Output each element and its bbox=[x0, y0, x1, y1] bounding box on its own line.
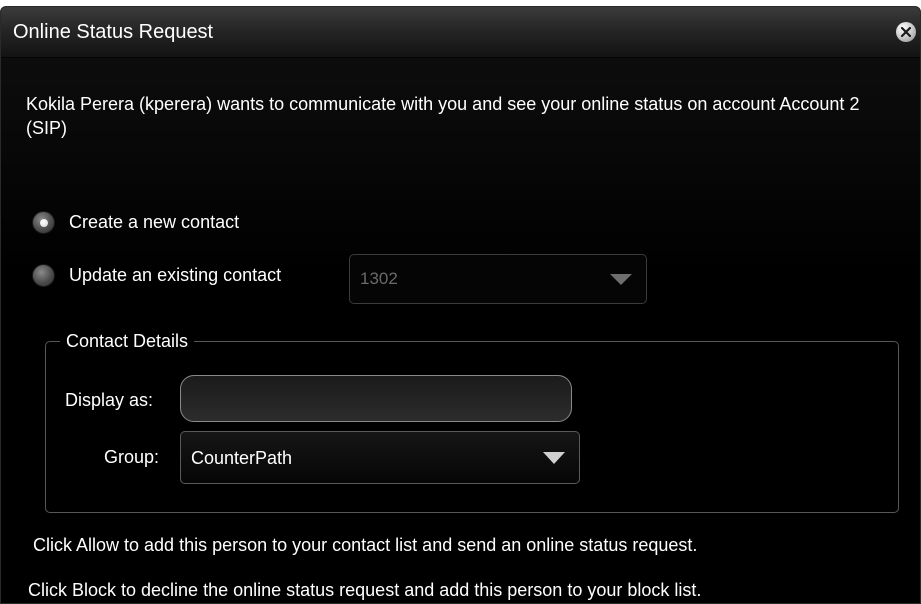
update-existing-contact-label: Update an existing contact bbox=[69, 265, 282, 285]
contact-details-group bbox=[45, 341, 899, 513]
group-label: Group: bbox=[104, 447, 160, 467]
create-new-contact-option[interactable]: Create a new contact bbox=[32, 211, 239, 234]
group-select[interactable]: CounterPath bbox=[180, 431, 580, 484]
create-new-contact-radio[interactable] bbox=[32, 211, 55, 234]
group-select-value: CounterPath bbox=[191, 448, 293, 468]
existing-contact-value: 1302 bbox=[360, 269, 398, 288]
close-button[interactable] bbox=[896, 22, 916, 42]
block-help-text: Click Block to decline the online status… bbox=[28, 580, 702, 600]
title-bar[interactable]: Online Status Request bbox=[1, 7, 920, 58]
update-existing-contact-option[interactable]: Update an existing contact bbox=[32, 264, 281, 287]
allow-help-text: Click Allow to add this person to your c… bbox=[33, 535, 698, 555]
display-as-label: Display as: bbox=[65, 390, 154, 410]
online-status-request-dialog: Online Status Request Kokila Perera (kpe… bbox=[0, 6, 921, 604]
create-new-contact-label: Create a new contact bbox=[69, 212, 240, 232]
dialog-title: Online Status Request bbox=[13, 21, 214, 43]
existing-contact-select[interactable]: 1302 bbox=[349, 254, 647, 304]
request-message: Kokila Perera (kperera) wants to communi… bbox=[26, 94, 860, 138]
chevron-down-icon bbox=[610, 274, 632, 285]
dialog-body: Kokila Perera (kperera) wants to communi… bbox=[1, 58, 920, 603]
chevron-down-icon bbox=[543, 452, 565, 464]
display-as-input[interactable] bbox=[180, 375, 572, 422]
close-icon bbox=[901, 27, 911, 37]
update-existing-contact-radio[interactable] bbox=[32, 264, 55, 287]
contact-details-legend: Contact Details bbox=[60, 331, 195, 352]
